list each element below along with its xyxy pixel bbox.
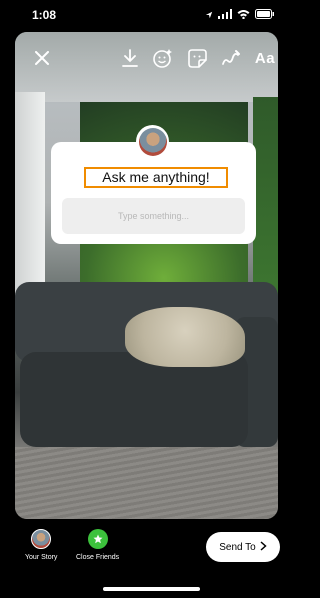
story-toolbar: Aa — [15, 40, 278, 76]
send-to-button[interactable]: Send To — [206, 532, 280, 562]
your-story-button[interactable]: Your Story — [25, 529, 57, 561]
download-icon[interactable] — [120, 48, 140, 68]
answer-input[interactable]: Type something... — [62, 198, 245, 234]
status-time: 1:08 — [32, 8, 57, 22]
your-story-label: Your Story — [25, 554, 58, 561]
battery-icon — [255, 6, 275, 24]
star-icon — [87, 529, 108, 549]
wifi-icon — [237, 6, 250, 24]
question-text[interactable]: Ask me anything! — [84, 167, 228, 188]
avatar — [31, 529, 52, 549]
close-friends-label: Close Friends — [76, 554, 120, 561]
draw-icon[interactable] — [221, 48, 241, 68]
send-to-label: Send To — [219, 541, 256, 553]
chevron-right-icon — [260, 540, 267, 554]
avatar-photo — [138, 127, 167, 156]
floor — [15, 447, 278, 519]
close-friends-button[interactable]: Close Friends — [76, 529, 119, 561]
text-tool-button[interactable]: Aa — [253, 48, 277, 68]
location-arrow-icon — [205, 6, 213, 24]
signal-icon — [218, 6, 232, 24]
face-filter-icon[interactable] — [153, 48, 173, 68]
sticker-icon[interactable] — [187, 48, 207, 68]
status-icons — [205, 9, 275, 21]
home-indicator[interactable] — [103, 587, 200, 591]
close-icon[interactable] — [32, 48, 52, 68]
blanket — [125, 307, 245, 367]
story-photo — [15, 32, 278, 519]
status-bar: 1:08 — [0, 0, 293, 32]
avatar — [136, 125, 169, 158]
